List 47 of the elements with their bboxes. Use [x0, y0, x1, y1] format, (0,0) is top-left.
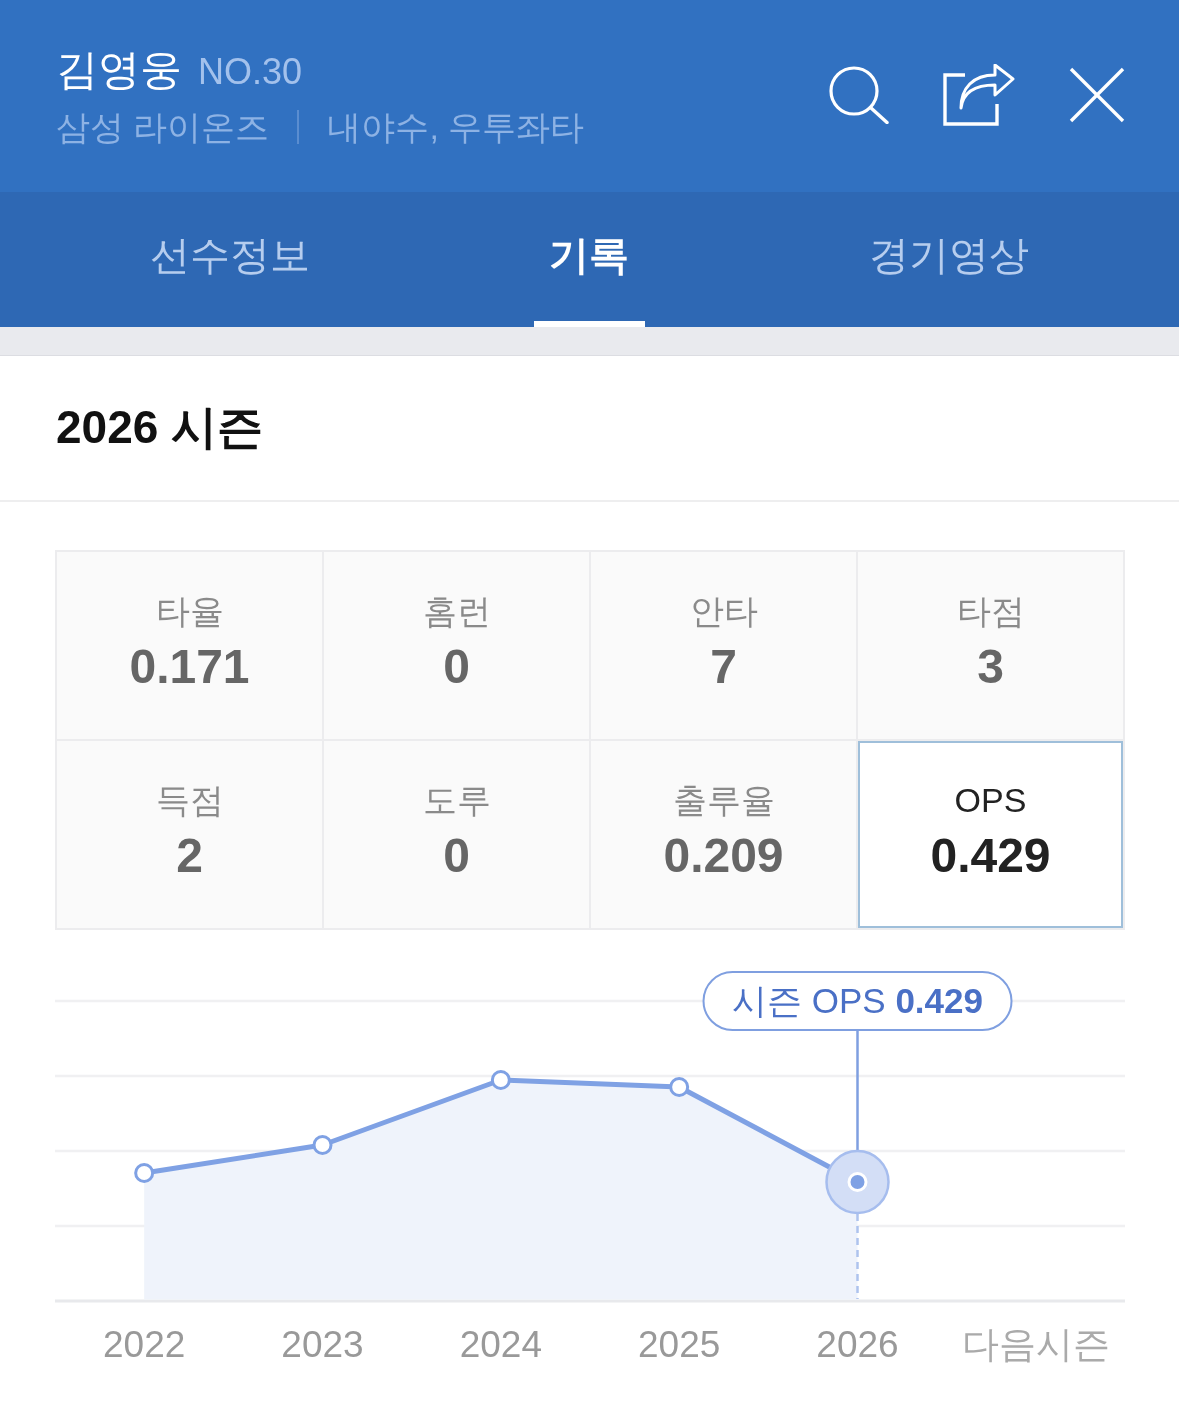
stat-label: 타점: [956, 590, 1025, 632]
stat-tile[interactable]: 타율 0.171: [57, 552, 324, 741]
tab[interactable]: 경기영상: [769, 192, 1129, 327]
jersey-number: NO.30: [198, 50, 303, 94]
season-title: 2026 시즌: [56, 400, 264, 455]
stat-label: 도루: [422, 779, 491, 821]
value-callout: 시즌 OPS 0.429: [702, 971, 1013, 1031]
stat-value: 7: [710, 638, 737, 695]
highlighted-point[interactable]: [825, 1149, 890, 1215]
stat-tile[interactable]: 타점 3: [858, 552, 1125, 741]
axis-label: 2024: [459, 1324, 542, 1366]
stat-label: 홈런: [422, 590, 491, 632]
player-name: 김영웅: [56, 45, 182, 95]
stat-value: 0.171: [129, 638, 250, 695]
stat-label: 득점: [155, 779, 224, 821]
stat-value: 3: [977, 638, 1004, 695]
player-position: 내야수, 우투좌타: [327, 107, 585, 148]
stat-tile[interactable]: 도루 0: [324, 741, 591, 930]
tab[interactable]: 기록: [409, 192, 770, 327]
stat-tile[interactable]: 홈런 0: [324, 552, 591, 741]
axis-label: 2022: [103, 1324, 186, 1366]
stat-label: 출루율: [672, 779, 775, 821]
stat-tile[interactable]: OPS 0.429: [858, 741, 1125, 930]
stat-tile[interactable]: 출루율 0.209: [591, 741, 858, 930]
chart-point[interactable]: [490, 1070, 511, 1090]
stat-label: 타율: [155, 590, 224, 632]
stat-value: 0: [443, 827, 470, 884]
team-name: 삼성 라이온즈: [56, 107, 270, 148]
stat-tile[interactable]: 득점 2: [57, 741, 324, 930]
axis-label: 2025: [638, 1324, 721, 1366]
stat-value: 2: [176, 827, 203, 884]
axis-label: 2023: [281, 1324, 364, 1366]
close-icon[interactable]: [1069, 67, 1125, 123]
chart-point[interactable]: [669, 1077, 690, 1097]
search-icon[interactable]: [829, 66, 889, 124]
stat-label: 안타: [689, 590, 758, 632]
axis-label: 2026: [816, 1324, 899, 1366]
chart-point[interactable]: [312, 1135, 333, 1155]
tab[interactable]: 선수정보: [50, 192, 410, 327]
axis-label: 다음시즌: [961, 1323, 1110, 1367]
stat-value: 0: [443, 638, 470, 695]
stat-tile[interactable]: 안타 7: [591, 552, 858, 741]
chart-point[interactable]: [134, 1163, 155, 1183]
stat-value: 0.429: [930, 827, 1051, 884]
stat-label: OPS: [954, 779, 1027, 821]
stat-value: 0.209: [663, 827, 784, 884]
share-icon[interactable]: [943, 64, 1015, 126]
